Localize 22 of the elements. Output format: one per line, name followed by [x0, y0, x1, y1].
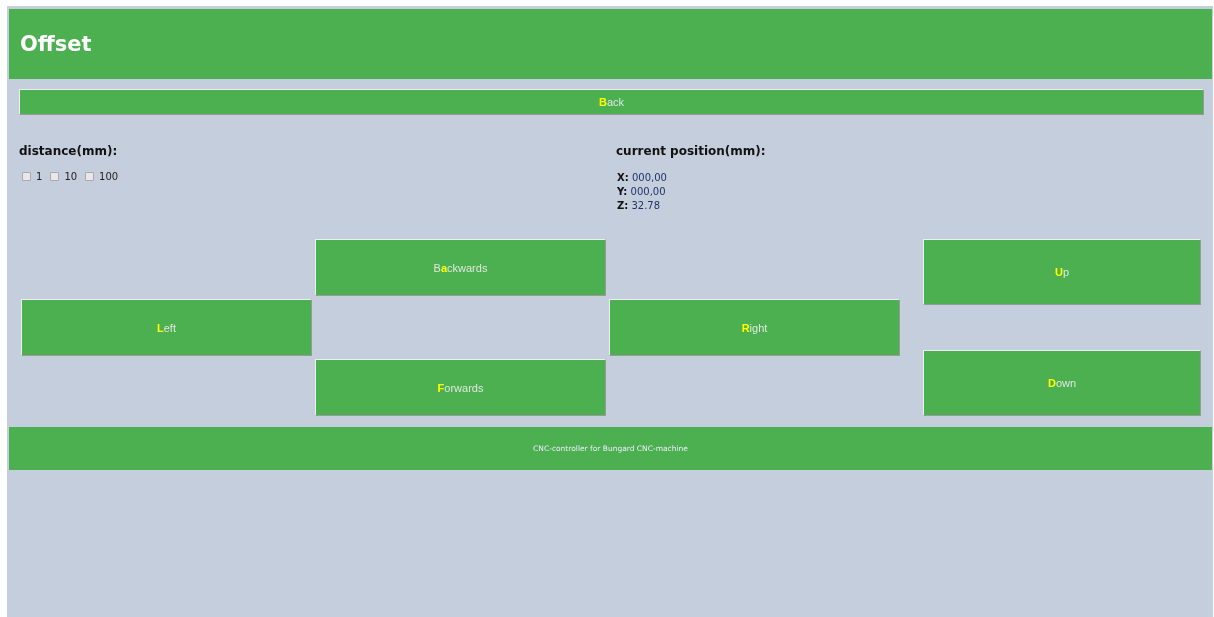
right-button[interactable]: Right	[609, 299, 900, 356]
backwards-button[interactable]: Backwards	[315, 239, 606, 296]
down-button[interactable]: Down	[923, 350, 1201, 416]
checkbox-label: 10	[64, 171, 78, 182]
up-button[interactable]: Up	[923, 239, 1201, 305]
left-button[interactable]: Left	[21, 299, 312, 356]
checkbox[interactable]	[22, 172, 31, 181]
back-button[interactable]: Back	[19, 89, 1204, 115]
axis-value: 000,00	[631, 172, 667, 183]
checkbox-label: 100	[99, 171, 119, 182]
checkbox-label: 1	[36, 171, 43, 182]
axis-label: Y:	[617, 186, 628, 197]
axis-value: 32.78	[631, 200, 661, 211]
axis-label: X:	[617, 172, 629, 183]
checkbox[interactable]	[85, 172, 95, 181]
checkbox[interactable]	[50, 172, 60, 181]
axis-label: Z:	[617, 200, 629, 211]
page-title: Offset	[20, 32, 92, 56]
axis-value: 000,00	[630, 186, 666, 197]
distance-label: distance(mm):	[19, 144, 119, 160]
position-label: current position(mm):	[616, 144, 767, 160]
forwards-button[interactable]: Forwards	[315, 359, 606, 416]
